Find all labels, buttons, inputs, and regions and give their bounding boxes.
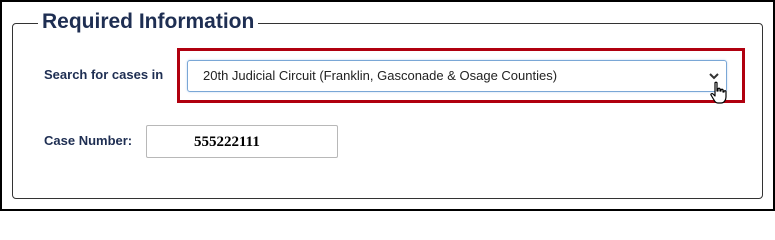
case-number-input[interactable]: 555222111 <box>146 125 338 158</box>
case-number-label: Case Number: <box>44 133 133 148</box>
form-frame: Required Information Search for cases in… <box>0 0 775 211</box>
court-select[interactable]: 20th Judicial Circuit (Franklin, Gascona… <box>187 60 727 92</box>
search-for-cases-label: Search for cases in <box>44 67 164 82</box>
hand-pointer-cursor-icon <box>710 81 727 104</box>
court-select-value: 20th Judicial Circuit (Franklin, Gascona… <box>203 68 558 83</box>
case-number-value: 555222111 <box>194 134 260 150</box>
chevron-down-icon <box>709 73 719 80</box>
section-title: Required Information <box>38 8 259 36</box>
